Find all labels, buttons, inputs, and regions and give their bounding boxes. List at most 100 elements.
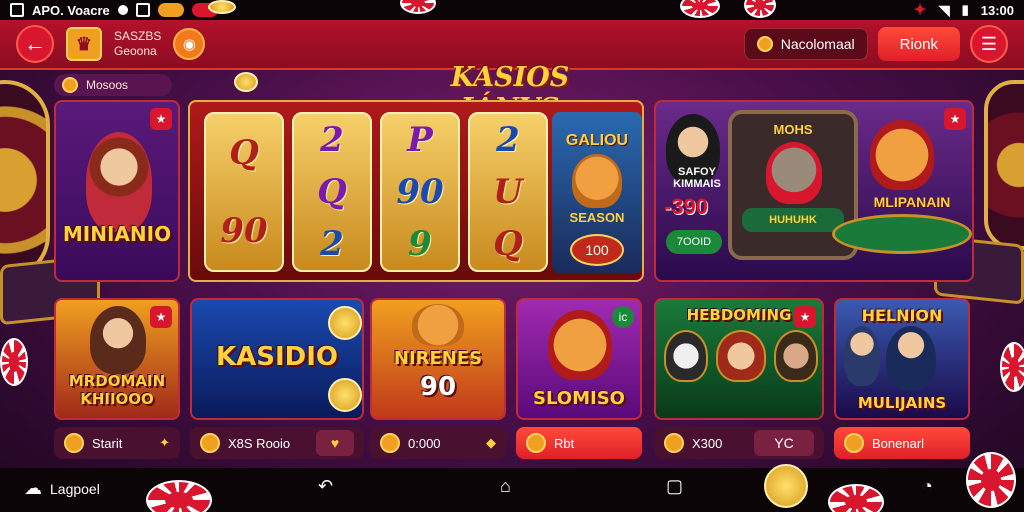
recents-icon: ▢ <box>666 476 684 496</box>
diamond-icon: ◆ <box>486 435 496 450</box>
nav-help[interactable]: ◔ <box>922 476 933 497</box>
dog-character-image <box>548 310 612 380</box>
portrait-image <box>664 330 708 382</box>
game-card-mrdomain[interactable]: MRDOMAIN KHIIOOO ★ <box>54 298 180 420</box>
filter-chip[interactable]: Mosoos <box>54 74 172 96</box>
nav-lagpoel[interactable]: ☁ Lagpoel <box>24 478 100 499</box>
saloon-badge: 100 <box>570 234 624 266</box>
menu-button[interactable]: ☰ <box>970 25 1008 63</box>
card-title: MRDOMAIN KHIIOOO <box>68 372 166 408</box>
game-card-helnion[interactable]: HELNION MULIJAINS <box>834 298 970 420</box>
nav-label: Lagpoel <box>50 480 100 497</box>
card-title: MINIANIO <box>62 222 172 246</box>
sparkle-icon: ✦ <box>159 435 170 450</box>
timer-button[interactable]: 0:000 ◆ <box>370 427 506 459</box>
status-dot-icon <box>117 5 128 15</box>
brand-line-1: SASZBS <box>114 29 162 43</box>
reel-symbol: P <box>407 120 433 160</box>
star-icon: ★ <box>155 310 167 324</box>
game-card-lounge[interactable]: SAFOY KIMMAIS -390 7OOID MOHS HUHUHK MLI… <box>654 100 974 282</box>
lounge-left-badge: 7OOID <box>666 230 722 254</box>
balance-pill[interactable]: Nacolomaal <box>743 28 868 60</box>
reel-symbol: U <box>493 172 523 212</box>
action-label: X8S Rooio <box>228 435 291 451</box>
nav-recents[interactable]: ▢ <box>666 476 683 497</box>
character-image <box>86 132 152 232</box>
reel-symbol: Q <box>317 172 347 212</box>
casino-chip-image <box>966 452 1016 508</box>
game-card-hebdoming[interactable]: HEBDOMING ★ <box>654 298 824 420</box>
screenshot-icon <box>10 3 24 17</box>
casino-chip-image <box>146 480 212 512</box>
back-button[interactable]: ← <box>16 25 54 63</box>
favorite-button[interactable]: ★ <box>150 108 172 130</box>
status-text: APO. Voacre <box>32 2 110 18</box>
arrow-left-icon: ← <box>24 31 46 56</box>
top-action-button[interactable]: Rionk <box>877 27 960 61</box>
reel-symbol: 90 <box>396 172 444 212</box>
star-icon: ★ <box>949 112 961 126</box>
favorite-button[interactable]: ★ <box>150 306 172 328</box>
coin-image <box>328 306 362 340</box>
poker-table <box>832 214 972 254</box>
casino-chip-image <box>0 338 28 386</box>
start-button[interactable]: Starit ✦ <box>54 427 180 459</box>
back-arrow-icon: ↶ <box>318 476 334 496</box>
slot-machine-card[interactable]: Q 90 2 Q 2 P 90 9 2 U Q GALIOU SEASON 10… <box>188 100 644 282</box>
game-card-kasidio[interactable]: KASIDIO <box>190 298 364 420</box>
action-label: Starit <box>92 435 123 451</box>
status-time: 13:00 <box>980 2 1014 18</box>
wolf-logo-icon: ♛ <box>75 33 93 54</box>
bet-button[interactable]: X8S Rooio ♥ <box>190 427 364 459</box>
coin-status-icon <box>157 3 184 17</box>
app-logo: ♛ <box>66 27 102 61</box>
wolf-character-image <box>766 142 822 204</box>
dog-character-image <box>412 304 464 346</box>
favorite-button[interactable]: ★ <box>944 108 966 130</box>
action-extra: YC <box>754 430 814 456</box>
reel-symbol: 90 <box>220 211 268 251</box>
nav-back[interactable]: ↶ <box>318 476 333 497</box>
menu-icon: ☰ <box>980 33 998 54</box>
card-title: HELNION <box>861 306 943 325</box>
lounge-left-text: SAFOY KIMMAIS <box>673 166 721 190</box>
saloon-subtitle: SEASON <box>569 210 625 225</box>
game-card-slomiso[interactable]: SLOMISO ic <box>516 298 642 420</box>
game-card-nirenes[interactable]: NIRENES 90 <box>370 298 506 420</box>
play-button[interactable]: Rbt <box>516 427 642 459</box>
cloud-icon: ☁ <box>24 478 42 498</box>
roulette-wheel-right <box>984 80 1024 250</box>
coin-icon <box>664 433 684 453</box>
multiplier-button[interactable]: X300 YC <box>654 427 824 459</box>
balance-label: Nacolomaal <box>780 36 855 52</box>
roulette-wheel-left <box>0 80 50 280</box>
reel-symbol: 2 <box>496 120 520 160</box>
card-title: NIRENES <box>393 348 483 369</box>
lounge-big-number: -390 <box>664 194 709 219</box>
gold-coin-image <box>764 464 808 508</box>
action-label: Bonenarl <box>872 435 925 451</box>
home-icon: ⌂ <box>500 476 511 496</box>
dog-character-image <box>572 154 622 208</box>
reel-3: P 90 9 <box>380 112 460 272</box>
gold-coin-image <box>234 72 258 92</box>
reel-symbol: 9 <box>408 224 432 264</box>
game-card-minianio[interactable]: MINIANIO ★ <box>54 100 180 282</box>
notification-icon <box>135 3 150 17</box>
woman-character-image <box>90 306 146 374</box>
bonus-button[interactable]: Bonenarl <box>834 427 970 459</box>
action-label: X300 <box>692 435 723 451</box>
lounge-title: MLIPANAIN <box>873 194 951 210</box>
woman-character-image <box>886 326 936 390</box>
tablet-sign: MOHS <box>773 122 813 137</box>
card-number: 90 <box>419 372 457 402</box>
card-title: SLOMISO <box>533 388 625 409</box>
coin-button[interactable]: ◉ <box>173 28 206 60</box>
battery-icon: ▮ <box>961 2 969 17</box>
nav-home[interactable]: ⌂ <box>500 476 511 497</box>
coin-icon <box>844 433 864 453</box>
action-label: Rbt <box>554 435 575 451</box>
reel-symbol: 2 <box>320 120 344 160</box>
gold-coin-image <box>208 0 236 14</box>
favorite-button[interactable]: ★ <box>794 306 816 328</box>
